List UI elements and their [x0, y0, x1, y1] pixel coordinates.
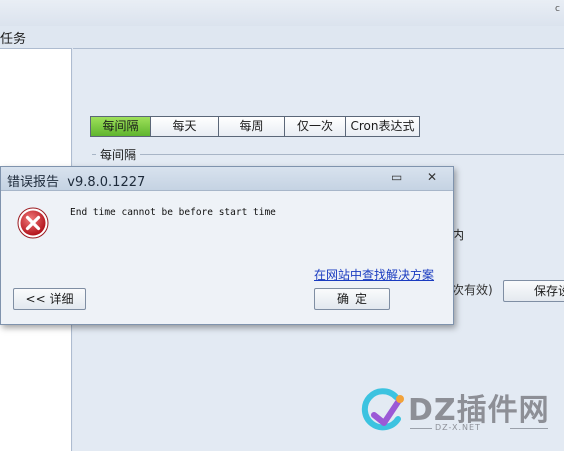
group-title: 每间隔	[96, 146, 141, 163]
error-icon	[17, 207, 49, 239]
find-solution-link[interactable]: 在网站中查找解决方案	[314, 266, 434, 283]
tab-once[interactable]: 仅一次	[285, 116, 346, 137]
minimize-icon[interactable]: ▭	[391, 170, 402, 184]
tab-weekly[interactable]: 每周	[219, 116, 285, 137]
group-border	[92, 154, 564, 155]
schedule-tabs: 每间隔 每天 每周 仅一次 Cron表达式	[90, 116, 420, 137]
ok-button[interactable]: 确定	[314, 288, 390, 310]
tab-daily[interactable]: 每天	[151, 116, 219, 137]
background-hint-text: 次有效)	[452, 283, 493, 297]
close-icon[interactable]: ✕	[427, 170, 437, 184]
save-button[interactable]: 保存设	[503, 280, 564, 302]
dialog-title-bar[interactable]: 错误报告 v9.8.0.1227 ▭ ✕	[1, 167, 453, 191]
top-strip: c	[0, 0, 564, 26]
error-message: End time cannot be before start time	[70, 207, 276, 218]
dialog-version: v9.8.0.1227	[67, 175, 146, 190]
watermark-rule-right	[510, 428, 548, 429]
task-label: 任务	[0, 32, 27, 47]
dialog-title-label: 错误报告	[7, 175, 60, 190]
tab-interval[interactable]: 每间隔	[90, 116, 151, 137]
dialog-title: 错误报告 v9.8.0.1227	[7, 171, 145, 190]
window-corner-glyph: c	[555, 4, 560, 14]
error-dialog: 错误报告 v9.8.0.1227 ▭ ✕ End time cannot be …	[0, 166, 454, 325]
watermark-logo-icon	[361, 388, 404, 431]
detail-button[interactable]: << 详细	[13, 288, 86, 310]
tab-cron[interactable]: Cron表达式	[346, 116, 420, 137]
watermark-rule-left	[410, 428, 432, 429]
watermark-url: DZ-X.NET	[435, 423, 481, 432]
